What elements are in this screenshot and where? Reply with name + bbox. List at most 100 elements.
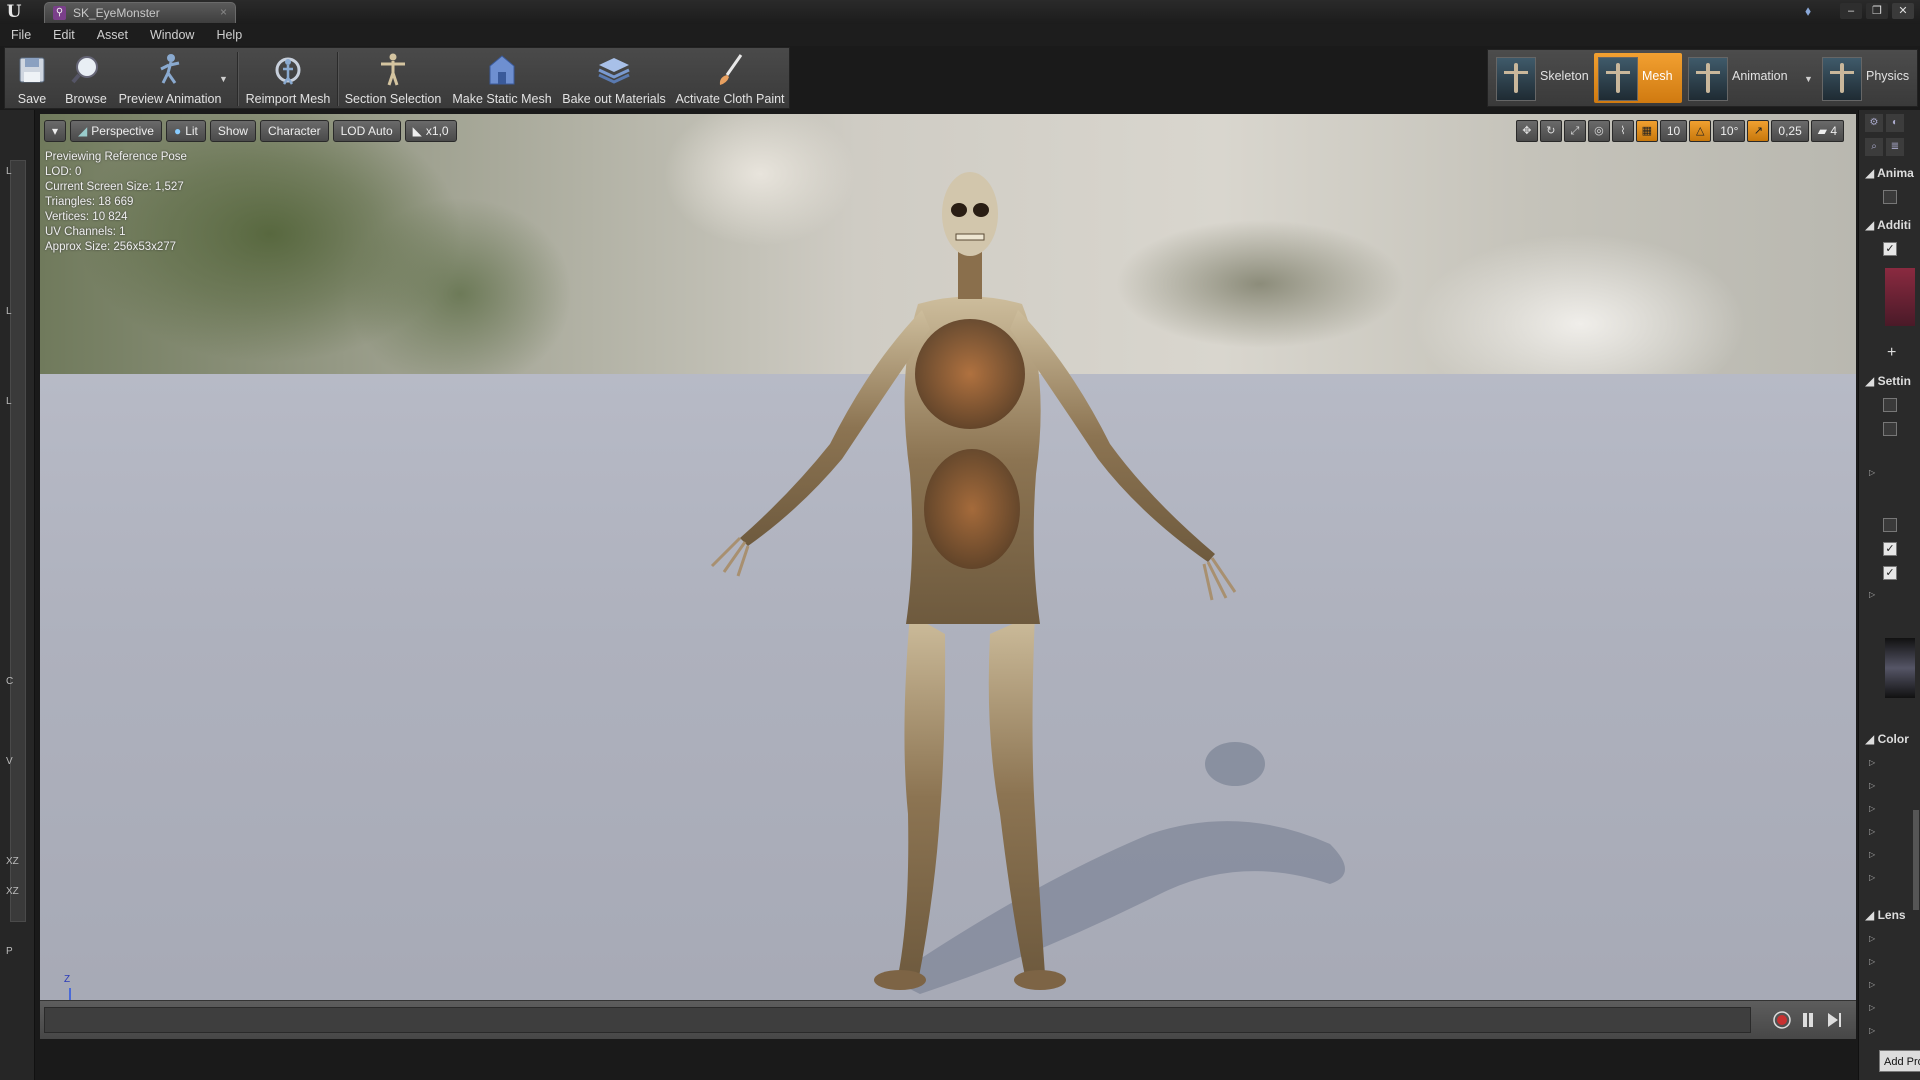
asset-details-icon[interactable]: ⚙ [1865, 114, 1883, 132]
expand-arrow-icon[interactable]: ▷ [1869, 980, 1875, 989]
expand-arrow-icon[interactable]: ▷ [1869, 781, 1875, 790]
texture-preview[interactable] [1885, 638, 1915, 698]
restore-button[interactable]: ❐ [1866, 3, 1888, 19]
character-button[interactable]: Character [259, 120, 329, 142]
section-additional[interactable]: ◢ Additi [1865, 218, 1920, 236]
character-mesh[interactable] [40, 114, 1856, 1039]
record-button[interactable] [1772, 1010, 1792, 1030]
section-animation[interactable]: ◢ Anima [1865, 166, 1920, 184]
left-panel-scrollbar[interactable] [10, 160, 26, 922]
section-color[interactable]: ◢ Color [1865, 732, 1920, 750]
browse-button[interactable]: Browse [59, 48, 113, 108]
animation-checkbox[interactable] [1883, 190, 1897, 204]
playback-speed-button[interactable]: ◣ x1,0 [404, 120, 457, 142]
tab-close-button[interactable]: × [220, 5, 227, 19]
details-tab-icons: ⚙ ◐ [1865, 114, 1904, 132]
mode-physics[interactable]: Physics [1818, 53, 1916, 103]
rotation-snap-icon[interactable]: △ [1689, 120, 1712, 142]
search-icon[interactable]: ⌕ [1865, 138, 1883, 156]
translate-icon[interactable]: ✥ [1515, 120, 1538, 142]
mode-skeleton[interactable]: Skeleton [1492, 53, 1594, 103]
camera-speed-icon: ▰ [1817, 124, 1831, 138]
world-local-icon[interactable]: ◎ [1587, 120, 1610, 142]
animation-dropdown-icon[interactable]: ▼ [1804, 74, 1813, 84]
left-label: C [6, 676, 14, 687]
add-property-button[interactable]: Add Pro [1879, 1050, 1920, 1072]
section-selection-button[interactable]: Section Selection [341, 48, 445, 108]
mode-mesh[interactable]: Mesh [1594, 53, 1682, 103]
pause-button[interactable] [1798, 1010, 1818, 1030]
menu-file[interactable]: File [0, 28, 42, 42]
settings-checkbox-2[interactable] [1883, 422, 1897, 436]
step-forward-button[interactable] [1824, 1010, 1844, 1030]
stat-line: LOD: 0 [45, 166, 82, 178]
lod-button[interactable]: LOD Auto [332, 120, 401, 142]
toolbar-separator [237, 52, 239, 106]
add-icon[interactable]: + [1887, 344, 1896, 362]
details-scrollbar[interactable] [1913, 810, 1919, 910]
expand-arrow-icon[interactable]: ▷ [1869, 850, 1875, 859]
list-view-icon[interactable]: ≣ [1886, 138, 1904, 156]
expand-arrow-icon[interactable]: ▷ [1869, 957, 1875, 966]
make-static-mesh-button[interactable]: Make Static Mesh [447, 48, 557, 108]
additional-checkbox[interactable]: ✓ [1883, 242, 1897, 256]
settings-checkbox-4[interactable]: ✓ [1883, 542, 1897, 556]
scale-icon[interactable]: ⤢ [1563, 120, 1586, 142]
activate-cloth-paint-button[interactable]: Activate Cloth Paint [673, 48, 787, 108]
perspective-button[interactable]: ◢ Perspective [70, 120, 162, 142]
expand-arrow-icon[interactable]: ▷ [1869, 804, 1875, 813]
camera-icon: ◢ [78, 124, 88, 138]
viewport-options-button[interactable]: ▾ [44, 120, 67, 142]
grid-snap-value[interactable]: 10 [1659, 120, 1688, 142]
expand-arrow-icon[interactable]: ▷ [1869, 934, 1875, 943]
feedback-icon[interactable]: ⬧ [1800, 3, 1816, 19]
menu-bar: File Edit Asset Window Help [0, 24, 1920, 46]
menu-help[interactable]: Help [205, 28, 253, 42]
bake-out-materials-button[interactable]: Bake out Materials [559, 48, 669, 108]
mode-animation[interactable]: Animation [1684, 53, 1808, 103]
surface-snap-icon[interactable]: ⌇ [1611, 120, 1634, 142]
save-button[interactable]: Save [7, 48, 57, 108]
document-tab[interactable]: ⚲ SK_EyeMonster × [44, 2, 236, 23]
grid-snap-icon[interactable]: ▦ [1635, 120, 1658, 142]
layers-icon [596, 52, 632, 88]
settings-checkbox-5[interactable]: ✓ [1883, 566, 1897, 580]
details-tools: ⌕ ≣ [1865, 138, 1904, 156]
lit-button[interactable]: ● Lit [165, 120, 206, 142]
main-toolbar: Save Browse Preview Animation ▼ Reimport… [4, 47, 790, 109]
menu-asset[interactable]: Asset [86, 28, 139, 42]
expand-arrow-icon[interactable]: ▷ [1869, 1026, 1875, 1035]
rotation-snap-value[interactable]: 10° [1713, 120, 1746, 142]
scale-snap-icon[interactable]: ↗ [1747, 120, 1770, 142]
timeline-scrubber[interactable] [44, 1007, 1751, 1033]
reimport-mesh-button[interactable]: Reimport Mesh [241, 48, 335, 108]
expand-arrow-icon[interactable]: ▷ [1869, 758, 1875, 767]
viewport[interactable]: ▾ ◢ Perspective ● Lit Show Character LOD A… [40, 114, 1856, 1039]
preview-scene-icon[interactable]: ◐ [1886, 114, 1904, 132]
expand-arrow-icon[interactable]: ▷ [1869, 590, 1875, 599]
menu-window[interactable]: Window [139, 28, 205, 42]
expand-arrow-icon[interactable]: ▷ [1869, 1003, 1875, 1012]
minimize-button[interactable]: – [1840, 3, 1862, 19]
save-icon [14, 52, 50, 88]
expand-arrow-icon[interactable]: ▷ [1869, 873, 1875, 882]
color-swatch[interactable] [1885, 268, 1915, 326]
close-button[interactable]: ✕ [1892, 3, 1914, 19]
left-label: XZ [6, 856, 19, 867]
expand-arrow-icon[interactable]: ▷ [1869, 827, 1875, 836]
rotate-icon[interactable]: ↻ [1539, 120, 1562, 142]
expand-arrow-icon[interactable]: ▷ [1869, 468, 1875, 477]
preview-animation-dropdown-icon[interactable]: ▼ [219, 74, 228, 84]
scale-snap-value[interactable]: 0,25 [1771, 120, 1809, 142]
mannequin-icon [375, 52, 411, 88]
settings-checkbox-1[interactable] [1883, 398, 1897, 412]
section-lens[interactable]: ◢ Lens [1865, 908, 1920, 926]
window-controls: – ❐ ✕ [1840, 1, 1914, 21]
unreal-logo-icon[interactable]: U [4, 2, 24, 22]
camera-speed-button[interactable]: ▰ 4 [1810, 120, 1844, 142]
preview-animation-button[interactable]: Preview Animation [115, 48, 225, 108]
menu-edit[interactable]: Edit [42, 28, 86, 42]
section-settings[interactable]: ◢ Settin [1865, 374, 1920, 392]
settings-checkbox-3[interactable] [1883, 518, 1897, 532]
show-button[interactable]: Show [209, 120, 256, 142]
